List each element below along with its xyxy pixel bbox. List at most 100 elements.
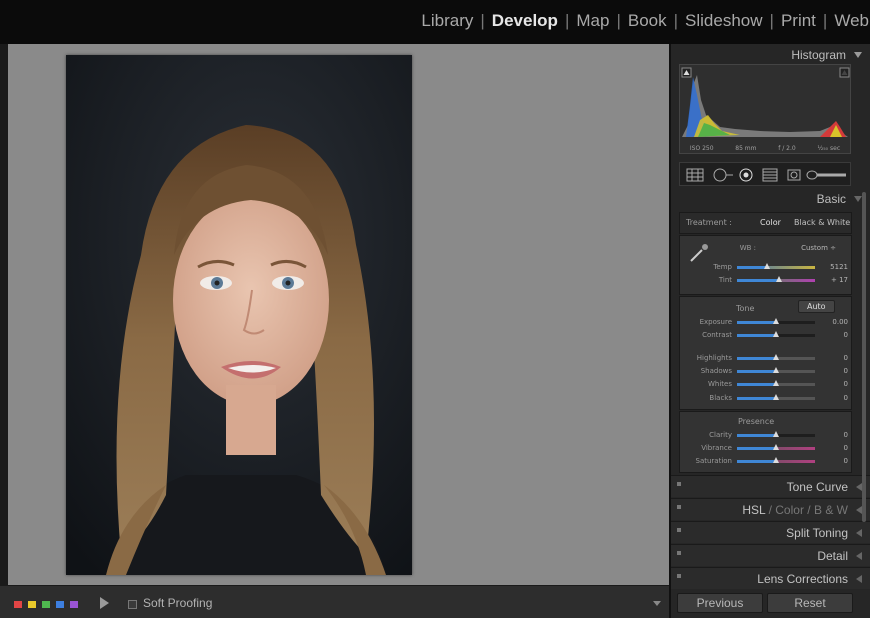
color-tab[interactable]: Color [775,503,804,517]
exposure-slider[interactable] [737,318,815,324]
wb-label: WB : [739,244,756,252]
expand-triangle-icon[interactable] [856,529,862,537]
portrait-image [66,55,412,575]
color-label-blue[interactable] [56,601,64,608]
auto-tone-button[interactable]: Auto [798,300,835,313]
photo-canvas[interactable] [8,44,669,585]
tint-knob[interactable] [776,276,782,282]
spot-removal-icon[interactable] [712,168,734,182]
expand-triangle-icon[interactable] [856,552,862,560]
blacks-label: Blacks [709,394,732,402]
highlights-slider[interactable] [737,354,815,360]
temp-knob[interactable] [764,263,770,269]
temp-value[interactable]: 5121 [820,263,848,271]
module-picker: Library | Develop | Map | Book | Slidesh… [414,11,870,31]
module-map[interactable]: Map [569,11,616,31]
tint-value[interactable]: + 17 [820,276,848,284]
color-label-green[interactable] [42,601,50,608]
temp-slider[interactable] [737,263,815,269]
color-label-red[interactable] [14,601,22,608]
previous-button[interactable]: Previous [677,593,763,613]
play-icon[interactable] [100,597,109,609]
module-slideshow[interactable]: Slideshow [678,11,770,31]
wb-eyedropper-icon[interactable] [688,242,710,264]
panel-switch-icon[interactable] [677,528,681,532]
aperture-value: f / 2.0 [778,144,796,152]
whites-knob[interactable] [773,380,779,386]
wb-preset-select[interactable]: Custom ÷ [776,244,836,252]
module-web[interactable]: Web [827,11,870,31]
collapse-triangle-icon[interactable] [854,52,862,58]
clarity-fill [737,434,776,437]
split-toning-panel-header[interactable]: Split Toning [671,521,870,543]
contrast-knob[interactable] [773,331,779,337]
whites-value[interactable]: 0 [820,380,848,388]
presence-label: Presence [738,417,775,426]
hsl-tab[interactable]: HSL [742,503,765,517]
crop-overlay-icon[interactable] [686,168,704,182]
vibrance-knob[interactable] [773,444,779,450]
color-label-purple[interactable] [70,601,78,608]
module-develop[interactable]: Develop [485,11,565,31]
module-print[interactable]: Print [774,11,823,31]
tone-curve-panel-header[interactable]: Tone Curve [671,475,870,497]
shadows-knob[interactable] [773,367,779,373]
hsl-separator: / [807,503,811,517]
highlights-label: Highlights [696,354,732,362]
left-panel-edge[interactable] [0,44,8,618]
soft-proofing-checkbox[interactable] [128,600,137,609]
panel-switch-icon[interactable] [677,574,681,578]
clarity-value[interactable]: 0 [820,431,848,439]
module-library[interactable]: Library [414,11,480,31]
vibrance-slider[interactable] [737,444,815,450]
basic-header[interactable]: Basic [671,190,870,208]
saturation-knob[interactable] [773,457,779,463]
histogram-header[interactable]: Histogram [671,46,870,64]
exposure-value[interactable]: 0.00 [820,318,848,326]
focal-length-value: 85 mm [735,144,757,152]
vibrance-value[interactable]: 0 [820,444,848,452]
exposure-knob[interactable] [773,318,779,324]
whites-fill [737,383,776,386]
blacks-fill [737,397,776,400]
panel-switch-icon[interactable] [677,482,681,486]
expand-triangle-icon[interactable] [856,575,862,583]
highlights-value[interactable]: 0 [820,354,848,362]
tint-slider[interactable] [737,276,815,282]
saturation-value[interactable]: 0 [820,457,848,465]
toolbar-menu-arrow-icon[interactable] [653,601,661,606]
shadows-slider[interactable] [737,367,815,373]
panel-switch-icon[interactable] [677,551,681,555]
reset-button[interactable]: Reset [767,593,853,613]
detail-panel-header[interactable]: Detail [671,544,870,566]
whites-slider[interactable] [737,380,815,386]
basic-collapse-icon[interactable] [854,196,862,202]
lens-corrections-panel-header[interactable]: Lens Corrections [671,567,870,589]
tint-label: Tint [718,276,732,284]
bw-tab[interactable]: B & W [814,503,848,517]
module-picker-bar: Library | Develop | Map | Book | Slidesh… [0,0,870,44]
blacks-slider[interactable] [737,394,815,400]
radial-filter-icon[interactable] [786,168,802,182]
adjustment-brush-icon[interactable] [806,168,848,182]
treatment-bw-option[interactable]: Black & White [794,218,850,227]
module-book[interactable]: Book [621,11,674,31]
contrast-value[interactable]: 0 [820,331,848,339]
panel-switch-icon[interactable] [677,505,681,509]
shadows-value[interactable]: 0 [820,367,848,375]
treatment-color-option[interactable]: Color [760,218,781,227]
blacks-knob[interactable] [773,394,779,400]
clarity-knob[interactable] [773,431,779,437]
hsl-panel-header[interactable]: HSL / Color / B & W [671,498,870,520]
highlights-knob[interactable] [773,354,779,360]
panel-scrollbar[interactable] [862,192,866,522]
blacks-value[interactable]: 0 [820,394,848,402]
red-eye-icon[interactable] [738,168,754,182]
graduated-filter-icon[interactable] [762,168,780,182]
contrast-slider[interactable] [737,331,815,337]
clarity-slider[interactable] [737,431,815,437]
white-balance-section: WB : Custom ÷ Temp 5121 Tint + 17 [679,235,852,295]
saturation-slider[interactable] [737,457,815,463]
portrait-photo[interactable] [66,55,412,575]
color-label-yellow[interactable] [28,601,36,608]
